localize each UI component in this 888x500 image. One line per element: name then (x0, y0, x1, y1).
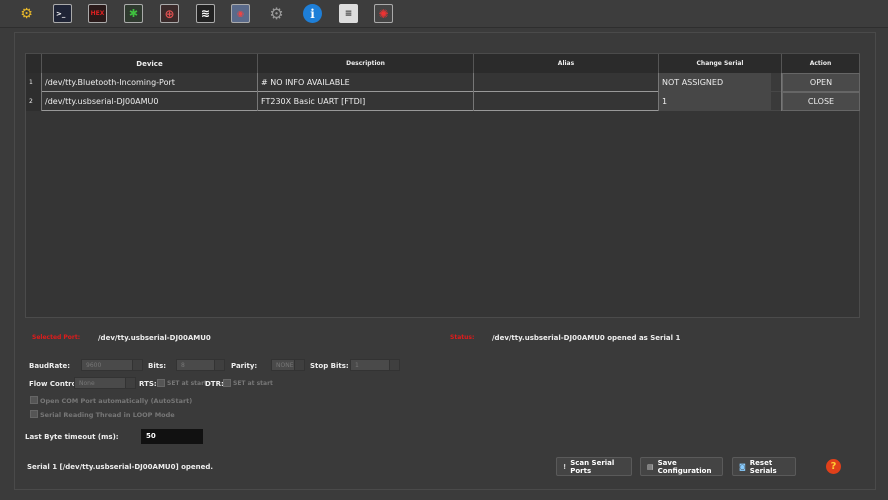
rts-text: SET at start (167, 380, 207, 387)
parity-label: Parity: (231, 362, 258, 370)
bits-select[interactable]: 8 (176, 359, 225, 371)
layers-icon[interactable]: ≋ (196, 4, 215, 23)
header-device: Device (42, 54, 258, 73)
settings-icon[interactable]: ⚙ (17, 4, 36, 23)
dtr-checkbox[interactable] (223, 379, 231, 387)
flow-control-value: None (79, 380, 95, 387)
bug-icon[interactable]: ✱ (124, 4, 143, 23)
bits-value: 8 (181, 362, 185, 369)
table-header: Device Description Alias Change Serial A… (26, 54, 860, 73)
serial-value: NOT ASSIGNED (662, 78, 724, 87)
save-icon: ▤ (647, 462, 654, 471)
alias-cell[interactable] (474, 92, 659, 111)
scan-label: Scan Serial Ports (570, 458, 615, 475)
parity-select[interactable]: NONE (271, 359, 305, 371)
open-button[interactable]: OPEN (782, 73, 860, 92)
dtr-text: SET at start (233, 380, 273, 387)
scan-serial-ports-button[interactable]: ! Scan Serial Ports (556, 457, 632, 476)
timeout-input[interactable]: 50 (141, 429, 203, 444)
status-label: Status: (450, 334, 475, 341)
status-value: /dev/tty.usbserial-DJ00AMU0 opened as Se… (492, 334, 681, 342)
stop-bits-label: Stop Bits: (310, 362, 349, 370)
autostart-label: Open COM Port automatically (AutoStart) (40, 397, 193, 405)
reset-label: Reset Serials (749, 458, 777, 475)
stop-bits-select[interactable]: 1 (350, 359, 400, 371)
help-icon[interactable]: ? (826, 459, 841, 474)
scan-icon: ! (563, 462, 567, 471)
header-alias: Alias (474, 54, 659, 73)
header-action: Action (782, 54, 860, 73)
info-icon[interactable]: i (303, 4, 322, 23)
serial-value: 1 (662, 97, 668, 106)
header-description: Description (258, 54, 474, 73)
rts-checkbox[interactable] (157, 379, 165, 387)
stop-bits-value: 1 (355, 362, 359, 369)
rts-label: RTS: (139, 380, 157, 388)
dtr-label: DTR: (205, 380, 224, 388)
reset-serials-button[interactable]: ◙ Reset Serials (732, 457, 796, 476)
alias-cell[interactable] (474, 73, 659, 92)
serial-ports-table: Device Description Alias Change Serial A… (25, 53, 860, 318)
terminal-icon[interactable]: >_ (53, 4, 72, 23)
parity-value: NONE (276, 362, 294, 369)
change-serial-dropdown[interactable]: 1 (659, 92, 782, 111)
baudrate-value: 9600 (86, 362, 102, 369)
selected-port-label: Selected Port: (32, 334, 81, 341)
row-index: 2 (26, 92, 42, 111)
save-configuration-button[interactable]: ▤ Save Configuration (640, 457, 723, 476)
device-cell[interactable]: /dev/tty.Bluetooth-Incoming-Port (42, 73, 258, 92)
close-button[interactable]: CLOSE (782, 92, 860, 111)
description-cell[interactable]: FT230X Basic UART [FTDI] (258, 92, 474, 111)
toolbar: ⚙ >_ HEX ✱ ⊕ ≋ ◉ ⚙ i ≡ ✺ (0, 0, 888, 28)
robot-icon[interactable]: ✺ (374, 4, 393, 23)
loop-mode-checkbox[interactable] (30, 410, 38, 418)
loop-mode-label: Serial Reading Thread in LOOP Mode (40, 411, 175, 419)
dropdown-arrow[interactable] (771, 73, 781, 91)
selected-port-value: /dev/tty.usbserial-DJ00AMU0 (98, 334, 211, 342)
bits-label: Bits: (148, 362, 167, 370)
save-label: Save Configuration (657, 458, 712, 475)
timeout-label: Last Byte timeout (ms): (25, 433, 119, 441)
flow-control-select[interactable]: None (74, 377, 136, 389)
baudrate-label: BaudRate: (29, 362, 71, 370)
table-row[interactable]: 1 /dev/tty.Bluetooth-Incoming-Port # NO … (26, 73, 860, 92)
device-cell[interactable]: /dev/tty.usbserial-DJ00AMU0 (42, 92, 258, 111)
change-serial-dropdown[interactable]: NOT ASSIGNED (659, 73, 782, 92)
baudrate-select[interactable]: 9600 (81, 359, 143, 371)
config-doc-icon[interactable]: ≡ (339, 4, 358, 23)
description-cell[interactable]: # NO INFO AVAILABLE (258, 73, 474, 92)
status-message: Serial 1 [/dev/tty.usbserial-DJ00AMU0] o… (27, 463, 214, 471)
hex-icon[interactable]: HEX (88, 4, 107, 23)
row-index: 1 (26, 73, 42, 92)
header-change-serial: Change Serial (659, 54, 782, 73)
disabled-gear-icon[interactable]: ⚙ (267, 4, 286, 23)
autostart-checkbox[interactable] (30, 396, 38, 404)
dropdown-arrow[interactable] (771, 92, 781, 110)
chat-icon[interactable]: ◉ (231, 4, 250, 23)
table-row[interactable]: 2 /dev/tty.usbserial-DJ00AMU0 FT230X Bas… (26, 92, 860, 111)
reset-icon: ◙ (739, 462, 746, 471)
target-icon[interactable]: ⊕ (160, 4, 179, 23)
